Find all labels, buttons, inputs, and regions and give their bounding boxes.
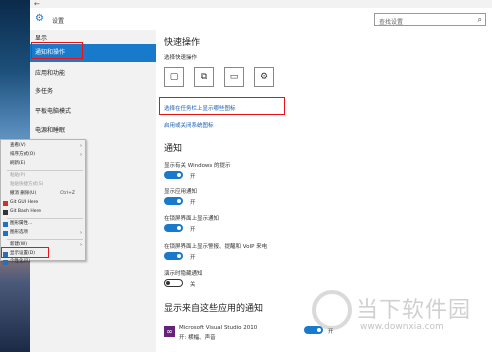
system-icons-link[interactable]: 启用或关闭系统图标 xyxy=(164,121,214,129)
sidebar-item-apps[interactable]: 应用和功能 xyxy=(30,65,156,83)
sidebar-item-multitasking[interactable]: 多任务 xyxy=(30,83,156,101)
menu-item-paste-shortcut: 粘贴快捷方式(S) xyxy=(10,182,44,187)
toggle-app-notifications[interactable] xyxy=(164,197,183,205)
menu-item-view[interactable]: 查看(V) › xyxy=(1,142,85,151)
note-icon: ▭ xyxy=(229,72,239,82)
intel-graphics-icon xyxy=(3,231,8,236)
menu-separator xyxy=(7,218,83,219)
setting-label-lockscreen-alarms: 在锁屏界面上显示警报、提醒和 VoIP 来电 xyxy=(164,244,268,250)
quick-actions-desc: 选择快速操作 xyxy=(164,55,198,61)
menu-item-undo-delete[interactable]: 撤消 删除(U) Ctrl+Z xyxy=(1,190,85,199)
title-bar: ← xyxy=(30,0,492,8)
project-icon: ⧉ xyxy=(200,72,208,82)
search-icon[interactable]: ⌕ xyxy=(478,15,482,25)
visual-studio-icon: ∞ xyxy=(164,326,175,337)
quick-action-tile-3[interactable]: ▭ xyxy=(224,67,244,87)
toggle-presentation-hide[interactable] xyxy=(164,279,183,287)
quick-action-tile-2[interactable]: ⧉ xyxy=(194,67,214,87)
git-bash-icon xyxy=(3,210,8,215)
highlight-box-menu xyxy=(1,247,49,258)
context-menu: 查看(V) › 排序方式(O) › 刷新(E) 粘贴(P) 粘贴快捷方式(S) 撤消… xyxy=(0,139,86,265)
menu-item-personalize[interactable]: 个性化(R) xyxy=(1,258,85,267)
chevron-right-icon: › xyxy=(80,242,82,248)
highlight-box-link xyxy=(159,97,285,115)
menu-item-git-gui[interactable]: Git GUI Here xyxy=(1,199,85,208)
git-icon xyxy=(3,201,8,206)
toggle-state-app-notifications: 开 xyxy=(190,200,196,206)
quick-action-tile-4[interactable]: ⚙ xyxy=(254,67,274,87)
toggle-lockscreen-alarms[interactable] xyxy=(164,252,183,260)
gear-icon: ⚙ xyxy=(35,13,44,24)
menu-item-graphics-options[interactable]: 图形选项 › xyxy=(1,229,85,238)
setting-label-windows-tips: 显示有关 Windows 的提示 xyxy=(164,163,231,169)
app-name: Microsoft Visual Studio 2010 xyxy=(179,325,258,331)
app-title: 设置 xyxy=(52,18,65,25)
sidebar-item-tablet-mode[interactable]: 平板电脑模式 xyxy=(30,103,156,121)
menu-item-git-bash[interactable]: Git Bash Here xyxy=(1,208,85,217)
note-icon: ▢ xyxy=(169,72,179,82)
personalize-icon xyxy=(3,260,8,265)
menu-item-paste: 粘贴(P) xyxy=(10,173,26,178)
toggle-state-windows-tips: 开 xyxy=(190,174,196,180)
watermark-url: www.downxia.com xyxy=(360,322,444,332)
toggle-windows-tips[interactable] xyxy=(164,171,183,179)
quick-action-tile-1[interactable]: ▢ xyxy=(164,67,184,87)
app-sub: 开: 横幅、声音 xyxy=(179,335,216,341)
back-arrow-icon[interactable]: ← xyxy=(34,0,40,8)
menu-item-sort[interactable]: 排序方式(O) › xyxy=(1,151,85,160)
menu-item-refresh[interactable]: 刷新(E) xyxy=(1,160,85,169)
watermark-text: 当下软件园 xyxy=(356,298,472,323)
search-input[interactable]: 查找设置 ⌕ xyxy=(374,13,486,26)
setting-label-presentation-hide: 演示时隐藏通知 xyxy=(164,271,203,277)
watermark-logo xyxy=(312,290,352,330)
notifications-title: 通知 xyxy=(164,144,183,154)
menu-separator xyxy=(7,170,83,171)
chevron-right-icon: › xyxy=(80,143,82,149)
chevron-right-icon: › xyxy=(80,230,82,236)
search-placeholder: 查找设置 xyxy=(379,19,404,26)
chevron-right-icon: › xyxy=(80,152,82,158)
watermark: 当下软件园 www.downxia.com xyxy=(302,290,492,352)
settings-icon: ⚙ xyxy=(259,72,269,82)
quick-actions-title: 快速操作 xyxy=(164,38,201,48)
toggle-state-lockscreen-notifications: 开 xyxy=(190,227,196,233)
setting-label-app-notifications: 显示应用通知 xyxy=(164,189,198,195)
sidebar-item-power-sleep[interactable]: 电源和睡眠 xyxy=(30,122,156,140)
intel-graphics-icon xyxy=(3,222,8,227)
menu-item-graphics-properties[interactable]: 图形属性... xyxy=(1,220,85,229)
shortcut-label: Ctrl+Z xyxy=(60,191,75,196)
setting-label-lockscreen-notifications: 在锁屏界面上显示通知 xyxy=(164,216,220,222)
menu-separator xyxy=(7,239,83,240)
highlight-box-nav xyxy=(31,42,83,59)
toggle-state-presentation-hide: 关 xyxy=(190,282,196,288)
apps-notifications-title: 显示来自这些应用的通知 xyxy=(164,304,264,314)
header: ⚙ 设置 查找设置 ⌕ xyxy=(30,8,492,30)
toggle-state-lockscreen-alarms: 开 xyxy=(190,255,196,261)
toggle-lockscreen-notifications[interactable] xyxy=(164,224,183,232)
